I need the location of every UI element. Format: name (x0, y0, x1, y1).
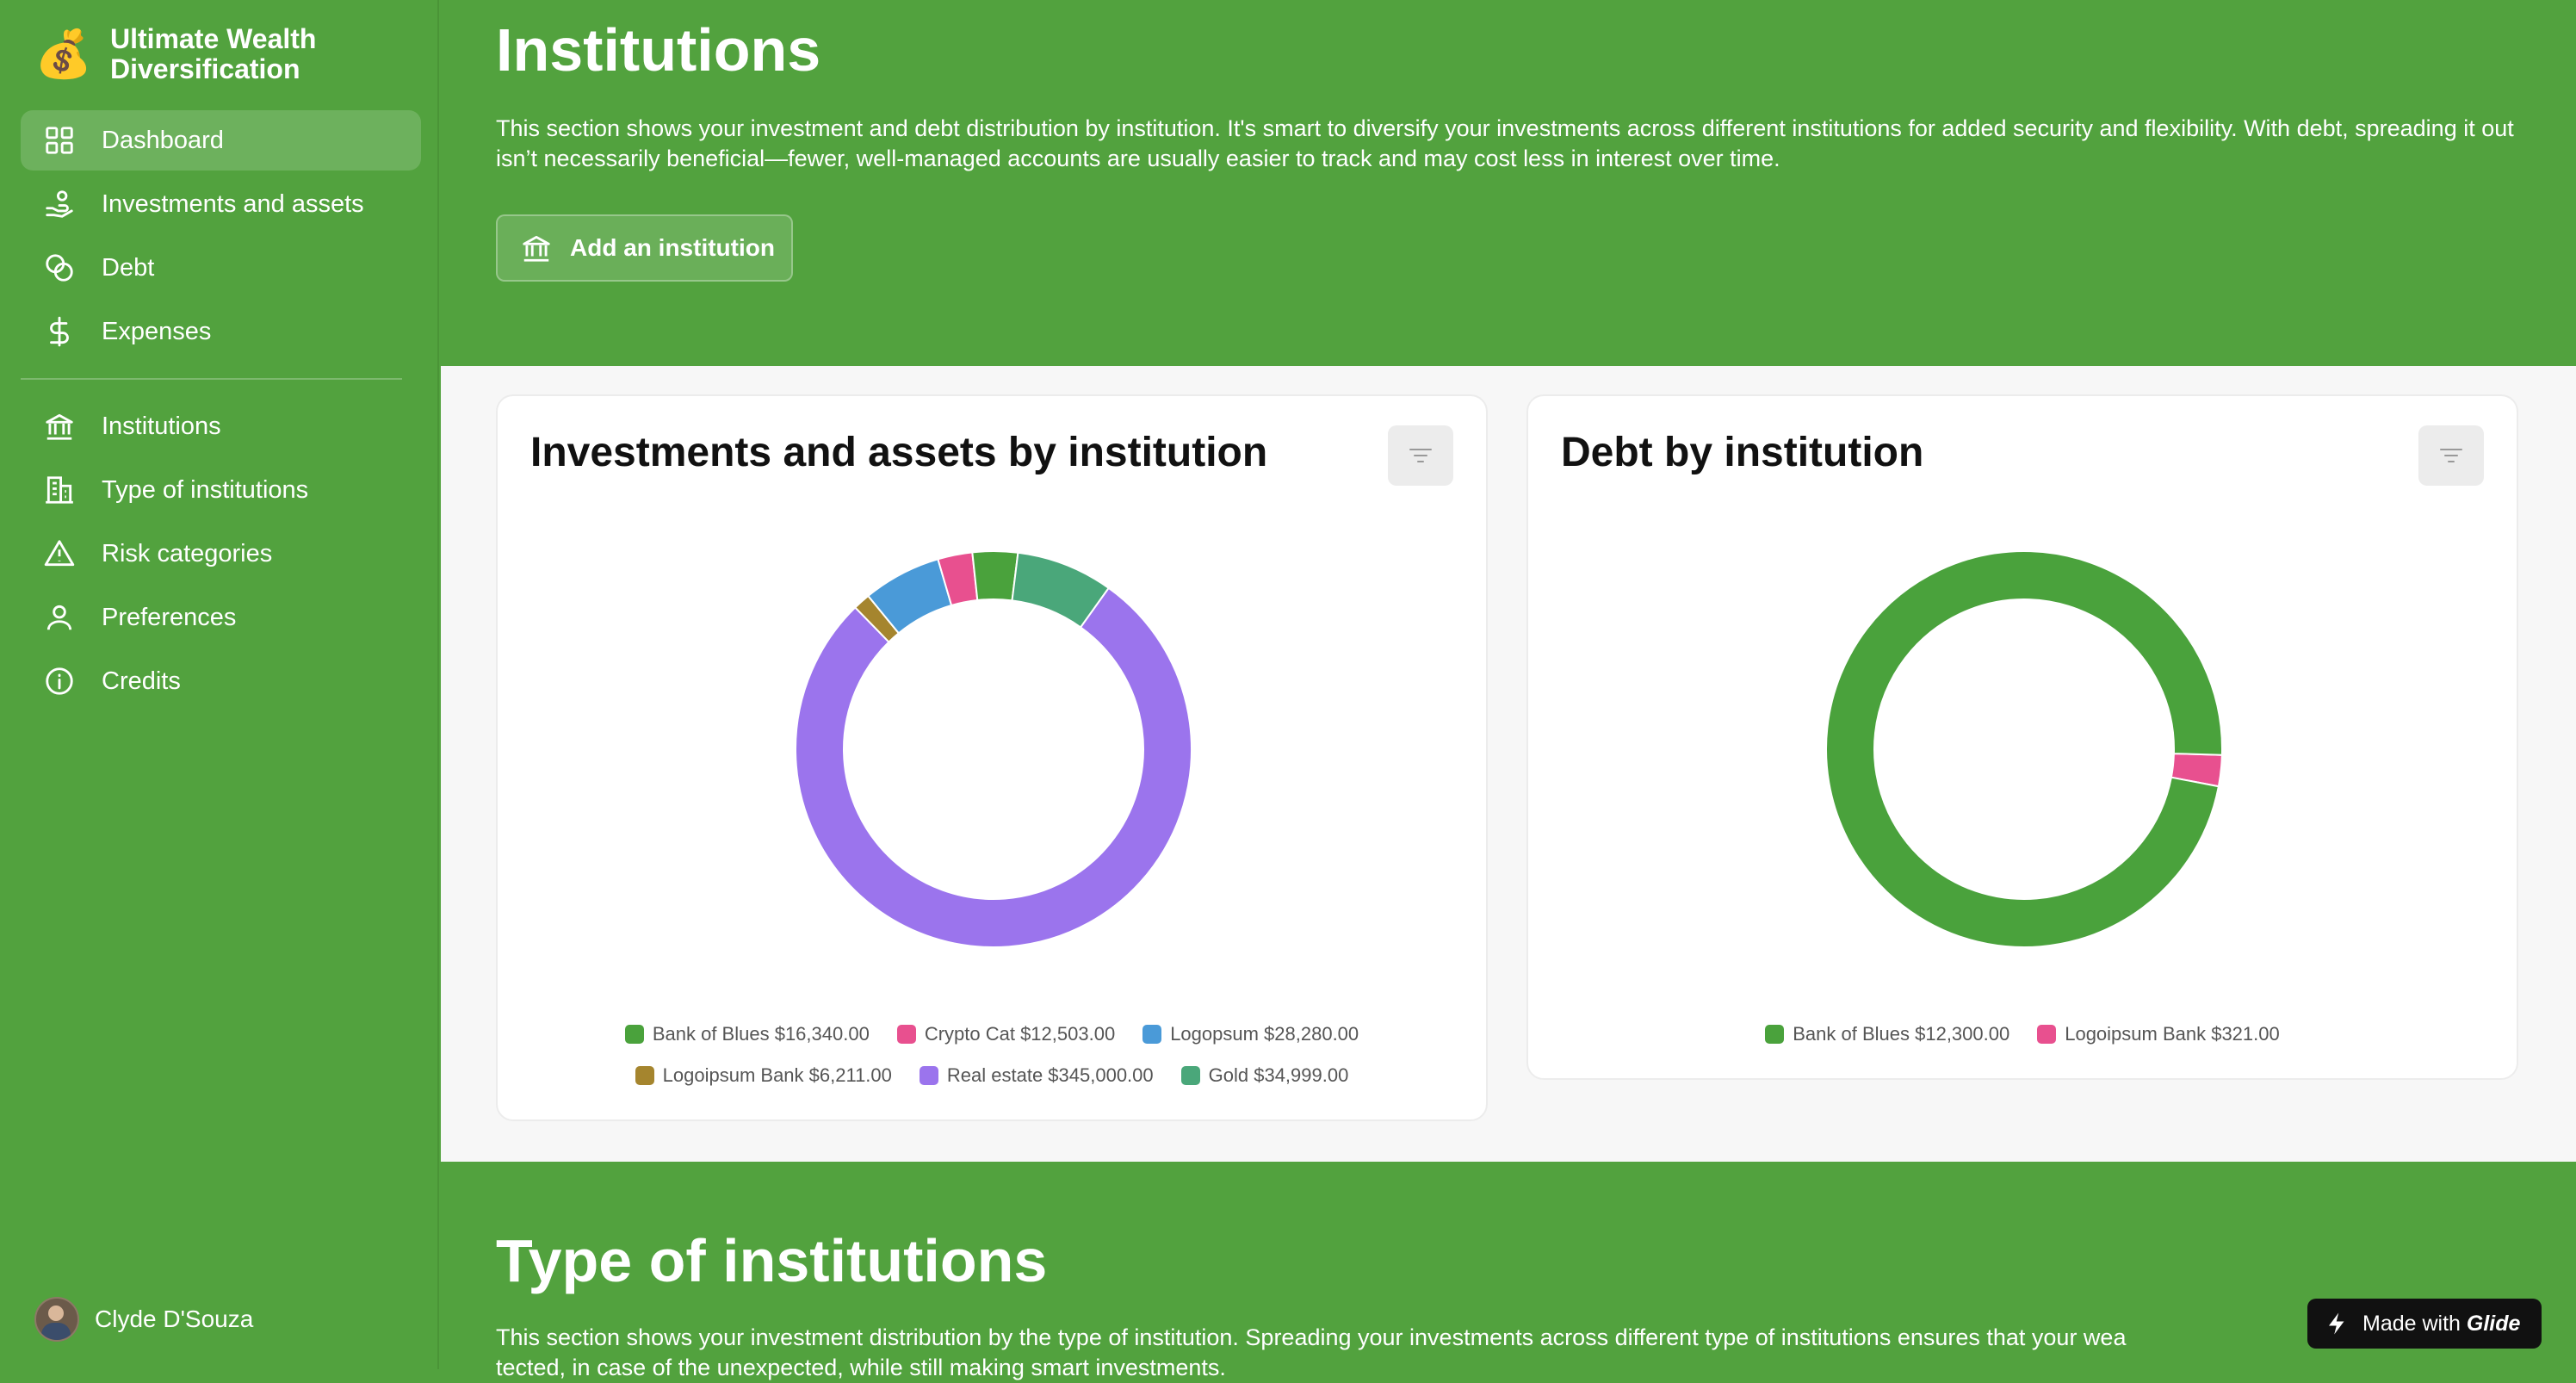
legend-label: Bank of Blues $12,300.00 (1793, 1023, 2010, 1045)
legend-swatch (2037, 1025, 2057, 1044)
dashboard-icon (46, 127, 73, 154)
legend-item[interactable]: Gold $34,999.00 (1180, 1064, 1349, 1087)
sidebar-item-credits[interactable]: Credits (21, 651, 421, 711)
chart-title: Debt by institution (1561, 430, 1924, 475)
donut-slice-bank-of-blues[interactable] (1826, 551, 2222, 947)
section-description-line1: This section shows your investment distr… (496, 1324, 2127, 1350)
legend-swatch (1765, 1025, 1785, 1044)
app-brand[interactable]: 💰 Ultimate Wealth Diversification (34, 24, 386, 84)
legend-item[interactable]: Bank of Blues $16,340.00 (624, 1023, 870, 1045)
sidebar-item-preferences[interactable]: Preferences (21, 587, 421, 648)
sidebar-item-label: Expenses (102, 317, 212, 345)
sidebar-item-institutions[interactable]: Institutions (21, 396, 421, 456)
app-title: Ultimate Wealth Diversification (110, 24, 386, 84)
legend-item[interactable]: Logoipsum Bank $6,211.00 (635, 1064, 892, 1087)
legend-label: Logoipsum Bank $321.00 (2065, 1023, 2280, 1045)
legend-swatch (919, 1066, 938, 1085)
sidebar-item-label: Credits (102, 667, 181, 695)
sidebar-item-type-of-institutions[interactable]: Type of institutions (21, 460, 421, 520)
app-title-line1: Ultimate Wealth (110, 23, 317, 54)
legend-label: Logoipsum Bank $6,211.00 (662, 1064, 892, 1086)
add-institution-button[interactable]: Add an institution (496, 214, 793, 282)
warning-icon (44, 540, 75, 567)
info-icon (46, 667, 73, 695)
legend-swatch (896, 1025, 916, 1044)
investments-chart-card: Investments and assets by institution Ba… (496, 394, 1488, 1121)
sidebar-item-risk-categories[interactable]: Risk categories (21, 524, 421, 584)
legend-swatch (635, 1066, 654, 1085)
sidebar-item-label: Preferences (102, 603, 237, 631)
legend-item[interactable]: Crypto Cat $12,503.00 (896, 1023, 1116, 1045)
bolt-icon (2329, 1312, 2344, 1335)
money-bag-icon: 💰 (34, 28, 93, 80)
legend-item[interactable]: Logoipsum Bank $321.00 (2037, 1023, 2280, 1045)
sidebar-nav-secondary: Institutions Type of institutions Risk c… (21, 396, 421, 715)
filter-icon (1409, 449, 1432, 462)
debt-donut-chart (1826, 551, 2222, 947)
sidebar-item-label: Risk categories (102, 539, 273, 567)
user-profile[interactable]: Clyde D'Souza (34, 1297, 253, 1342)
bank-icon (46, 413, 73, 440)
investments-donut-chart (796, 551, 1192, 947)
section-description: This section shows your investment distr… (496, 1323, 2528, 1383)
legend-label: Bank of Blues $16,340.00 (652, 1023, 870, 1045)
sidebar-item-dashboard[interactable]: Dashboard (21, 110, 421, 171)
sidebar-item-expenses[interactable]: Expenses (21, 301, 421, 362)
page-title: Institutions (496, 16, 821, 84)
legend-label: Crypto Cat $12,503.00 (924, 1023, 1116, 1045)
sidebar-item-label: Investments and assets (102, 189, 364, 218)
add-institution-label: Add an institution (570, 234, 775, 261)
building-icon (46, 476, 73, 504)
sidebar: 💰 Ultimate Wealth Diversification Dashbo… (0, 0, 439, 1369)
filter-icon (2440, 449, 2462, 462)
legend-item[interactable]: Bank of Blues $12,300.00 (1765, 1023, 2009, 1045)
section-description-line2: tected, in case of the unexpected, while… (496, 1355, 1226, 1380)
legend-item[interactable]: Real estate $345,000.00 (919, 1064, 1154, 1087)
legend-swatch (1180, 1066, 1200, 1085)
debt-chart-card: Debt by institution Bank of Blues $12,30… (1526, 394, 2518, 1080)
badge-brand: Glide (2466, 1311, 2521, 1336)
badge-prefix: Made with (2362, 1311, 2461, 1336)
section-description: This section shows your investment and d… (496, 115, 2514, 171)
legend-label: Real estate $345,000.00 (946, 1064, 1154, 1086)
badge-label: Made with Glide (2362, 1312, 2520, 1336)
hand-coins-icon (46, 190, 73, 218)
sidebar-item-debt[interactable]: Debt (21, 238, 421, 298)
app-title-line2: Diversification (110, 53, 300, 84)
legend-swatch (1142, 1025, 1162, 1044)
sidebar-nav-primary: Dashboard Investments and assets Debt Ex… (21, 110, 421, 365)
avatar (34, 1297, 79, 1342)
legend-label: Logopsum $28,280.00 (1170, 1023, 1359, 1045)
chart-legend: Bank of Blues $16,340.00 Crypto Cat $12,… (498, 1023, 1486, 1045)
bank-icon (523, 235, 550, 262)
sidebar-item-investments[interactable]: Investments and assets (21, 174, 421, 234)
sidebar-item-label: Type of institutions (102, 475, 309, 504)
sidebar-item-label: Institutions (102, 412, 221, 440)
user-icon (46, 605, 72, 630)
coins-icon (46, 254, 73, 282)
donut-slice-real-estate[interactable] (796, 586, 1192, 947)
donut-slice-bank-of-blues[interactable] (971, 551, 1019, 602)
filter-button[interactable] (2418, 425, 2484, 486)
user-name: Clyde D'Souza (95, 1305, 254, 1332)
chart-legend: Bank of Blues $12,300.00 Logoipsum Bank … (1528, 1023, 2517, 1045)
filter-button[interactable] (1388, 425, 1453, 486)
dollar-icon (50, 316, 69, 347)
chart-legend: Logoipsum Bank $6,211.00 Real estate $34… (498, 1064, 1486, 1087)
section-title: Type of institutions (496, 1227, 1048, 1294)
legend-item[interactable]: Logopsum $28,280.00 (1142, 1023, 1359, 1045)
made-with-glide-badge[interactable]: Made with Glide (2307, 1299, 2542, 1349)
chart-title: Investments and assets by institution (530, 430, 1268, 475)
legend-label: Gold $34,999.00 (1208, 1064, 1349, 1086)
sidebar-item-label: Debt (102, 253, 155, 282)
sidebar-item-label: Dashboard (102, 126, 224, 154)
legend-swatch (624, 1025, 644, 1044)
sidebar-divider (21, 378, 402, 380)
